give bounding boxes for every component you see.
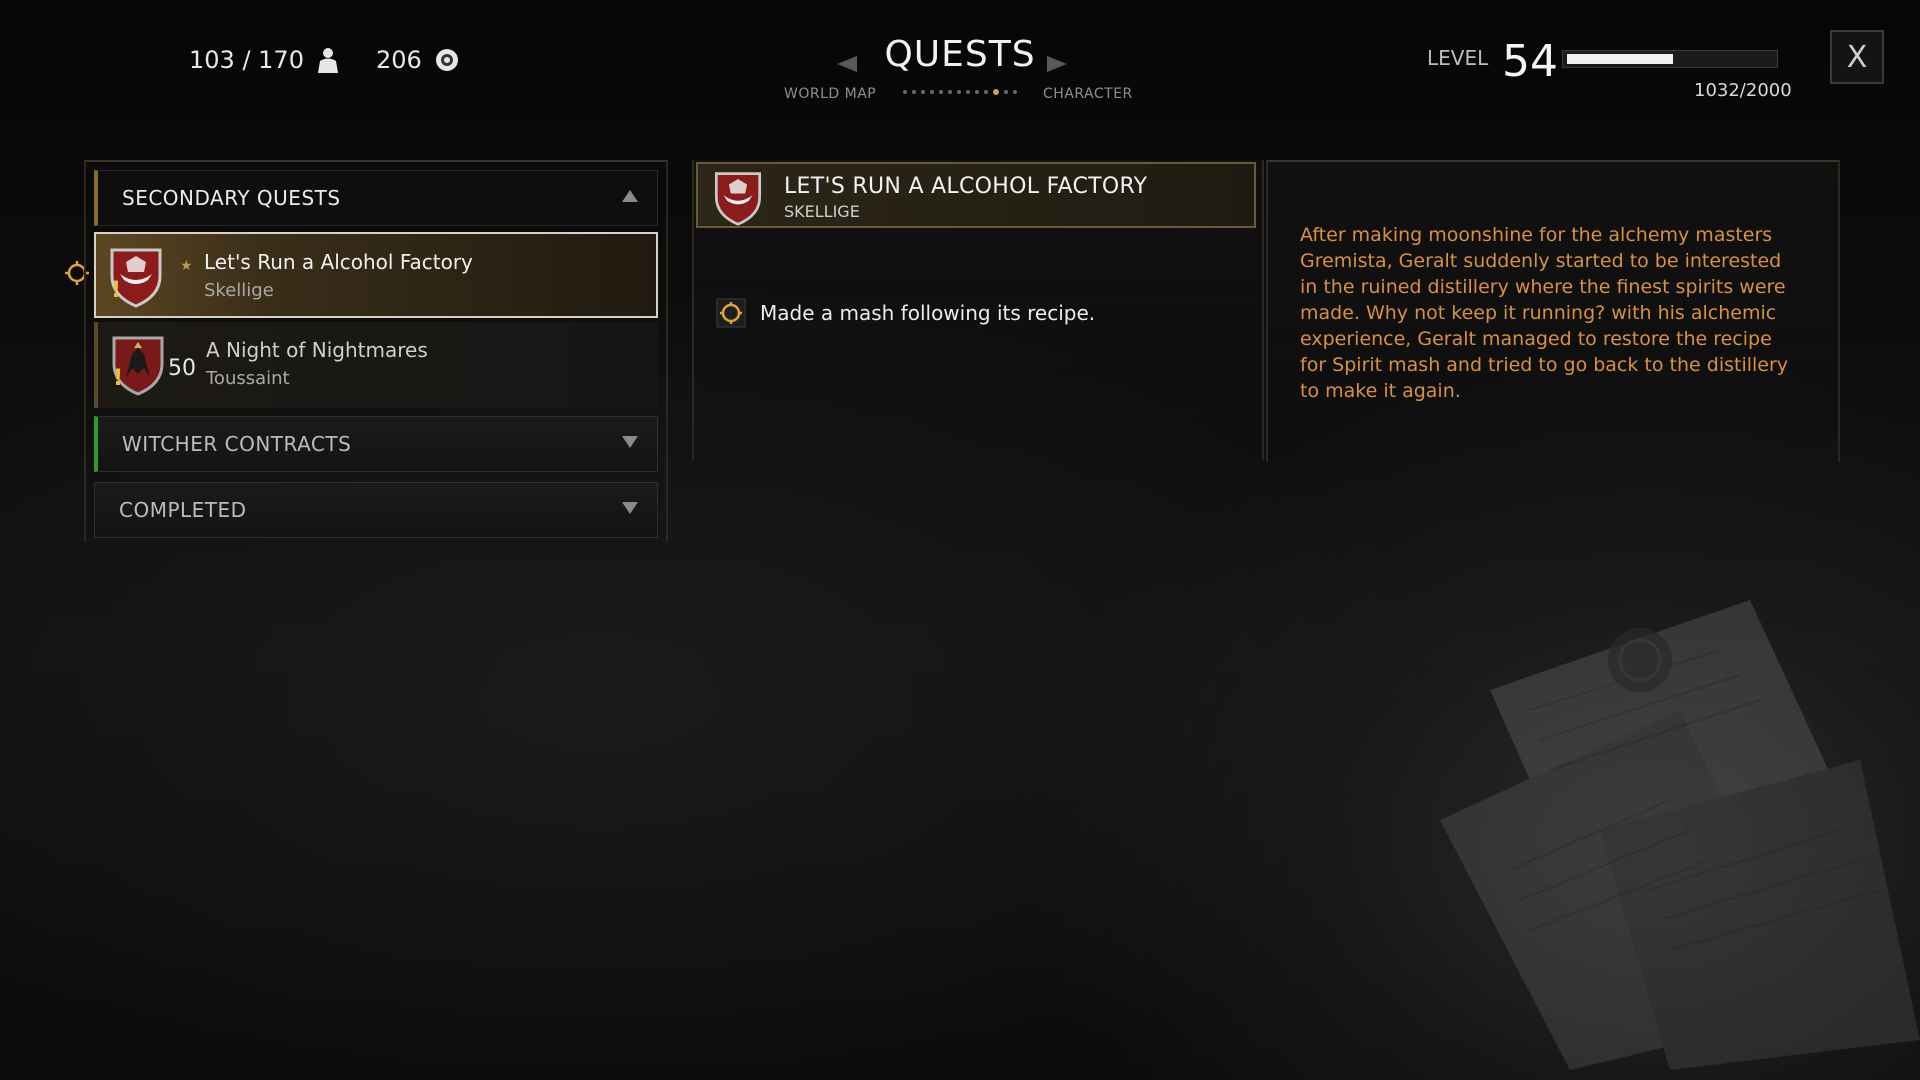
menu-page-dots <box>903 89 1017 95</box>
skellige-shield-icon <box>714 172 762 226</box>
menu-page-dot <box>930 90 934 94</box>
experience-text: 1032/2000 <box>1694 80 1792 101</box>
category-label: WITCHER CONTRACTS <box>122 432 352 456</box>
quest-detail-panel: LET'S RUN A ALCOHOL FACTORY SKELLIGE Mad… <box>692 160 1264 460</box>
letters-decoration-icon <box>1440 600 1920 1070</box>
new-quest-exclamation-icon: ! <box>113 366 124 391</box>
chevron-down-icon <box>622 502 638 514</box>
chevron-down-icon <box>622 436 638 448</box>
menu-page-dot <box>957 90 961 94</box>
category-witcher-contracts[interactable]: WITCHER CONTRACTS <box>94 416 658 472</box>
weight-value: 103 / 170 <box>189 46 304 74</box>
quest-detail-region: SKELLIGE <box>784 202 860 221</box>
category-label: SECONDARY QUESTS <box>122 186 341 210</box>
objective-marker-icon <box>716 298 746 328</box>
experience-bar <box>1562 50 1778 68</box>
menu-page-dot <box>1004 90 1008 94</box>
menu-page-dot <box>912 90 916 94</box>
crowns-counter: 206 <box>376 46 460 74</box>
page-title: QUESTS <box>884 34 1036 75</box>
quest-star-icon: ★ <box>180 258 193 274</box>
menu-page-dot <box>939 90 943 94</box>
chevron-up-icon <box>622 190 638 202</box>
quest-description: After making moonshine for the alchemy m… <box>1300 224 1789 402</box>
quest-item[interactable]: ! 50 A Night of Nightmares Toussaint <box>94 322 658 408</box>
quest-item-selected[interactable]: ! ★ Let's Run a Alcohol Factory Skellige <box>94 232 658 318</box>
quest-region: Skellige <box>204 280 274 301</box>
quest-list-panel: SECONDARY QUESTS ! ★ Let's Run a Alcohol… <box>84 160 668 542</box>
quests-screen: 103 / 170 206 QUESTS WORLD MAP CHARACTER… <box>0 0 1920 1080</box>
crowns-value: 206 <box>376 46 422 74</box>
menu-page-dot <box>921 90 925 94</box>
menu-page-dot <box>903 90 907 94</box>
menu-page-dot <box>984 90 988 94</box>
menu-page-dot <box>948 90 952 94</box>
crowns-coin-icon <box>435 49 458 71</box>
objective-text: Made a mash following its recipe. <box>760 301 1096 325</box>
quest-level: 50 <box>168 356 196 381</box>
menu-page-dot <box>966 90 970 94</box>
menu-page-dot-active <box>993 89 999 95</box>
nav-left-arrow-icon[interactable] <box>835 54 859 74</box>
inventory-weight: 103 / 170 <box>189 46 340 74</box>
level-value: 54 <box>1502 36 1558 87</box>
menu-page-dot <box>975 90 979 94</box>
person-weight-icon <box>317 48 338 73</box>
menu-navigation: QUESTS WORLD MAP CHARACTER <box>780 34 1140 104</box>
category-label: COMPLETED <box>119 498 247 522</box>
new-quest-exclamation-icon: ! <box>111 278 122 303</box>
level-label: LEVEL <box>1427 46 1489 70</box>
close-button[interactable]: X <box>1830 30 1884 84</box>
category-secondary-quests[interactable]: SECONDARY QUESTS <box>94 170 658 226</box>
nav-right-arrow-icon[interactable] <box>1045 54 1069 74</box>
nav-world-map[interactable]: WORLD MAP <box>784 86 876 102</box>
quest-description-panel: After making moonshine for the alchemy m… <box>1266 160 1840 462</box>
quest-detail-header: LET'S RUN A ALCOHOL FACTORY SKELLIGE <box>696 162 1256 228</box>
quest-name: A Night of Nightmares <box>206 338 428 362</box>
experience-fill <box>1567 54 1673 64</box>
menu-page-dot <box>1013 90 1017 94</box>
quest-region: Toussaint <box>206 368 290 389</box>
category-completed[interactable]: COMPLETED <box>94 482 658 538</box>
quest-name: Let's Run a Alcohol Factory <box>204 250 473 274</box>
quest-detail-title: LET'S RUN A ALCOHOL FACTORY <box>784 174 1148 199</box>
nav-character[interactable]: CHARACTER <box>1043 86 1133 102</box>
quest-objective: Made a mash following its recipe. <box>716 298 1095 328</box>
